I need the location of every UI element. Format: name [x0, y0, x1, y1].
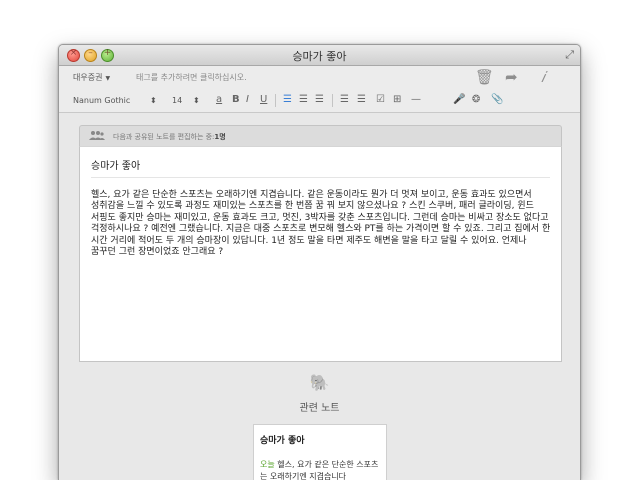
- trash-icon[interactable]: 🗑: [475, 68, 494, 86]
- window-title: 승마가 좋아: [292, 50, 347, 63]
- related-note-title: 승마가 좋아: [260, 436, 305, 446]
- note-body[interactable]: 헬스, 요가 같은 단순한 스포츠는 오래하기엔 지겹습니다. 같은 운동이라도…: [91, 190, 551, 258]
- format-bar: Nanum Gothic ⬍ 14 ⬍ a B I U ☰ ☰ ☰ ☰ ☰ ☑ …: [59, 90, 580, 113]
- align-right-button[interactable]: ☰: [315, 94, 324, 105]
- divider: [332, 94, 333, 107]
- text-color-button[interactable]: a: [216, 94, 222, 105]
- elephant-icon: 🐘: [309, 373, 330, 392]
- size-stepper-icon[interactable]: ⬍: [193, 96, 200, 105]
- note-window: × – + 승마가 좋아 ⤢ 대우증권 ▼ 태그를 추가하려면 클릭하십시오. 🗑…: [58, 44, 581, 480]
- chevron-down-icon: ▼: [105, 75, 111, 82]
- share-count: 1명: [214, 133, 226, 141]
- related-note-snippet: 오늘 헬스, 요가 같은 단순한 스포츠는 오래하기엔 지겹습니다: [260, 460, 379, 480]
- numbered-list-button[interactable]: ☰: [357, 94, 366, 105]
- related-note-card[interactable]: 승마가 좋아 오늘 헬스, 요가 같은 단순한 스포츠는 오래하기엔 지겹습니다: [253, 424, 387, 480]
- notebook-selector[interactable]: 대우증권 ▼: [73, 72, 110, 83]
- bullet-list-button[interactable]: ☰: [340, 94, 349, 105]
- font-family-select[interactable]: Nanum Gothic: [73, 96, 130, 105]
- share-arrow-icon[interactable]: ➦: [505, 68, 518, 86]
- horizontal-rule-button[interactable]: —: [411, 94, 421, 105]
- related-notes-title: 관련 노트: [299, 403, 340, 414]
- title-divider: [91, 177, 550, 178]
- align-center-button[interactable]: ☰: [299, 94, 308, 105]
- title-bar[interactable]: × – + 승마가 좋아 ⤢: [59, 45, 580, 66]
- attachment-icon[interactable]: 📎: [491, 94, 503, 105]
- tag-input[interactable]: 태그를 추가하려면 클릭하십시오.: [136, 72, 247, 83]
- bold-button[interactable]: B: [232, 94, 240, 105]
- note-toolbar: 대우증권 ▼ 태그를 추가하려면 클릭하십시오. 🗑 ➦ 𝑖: [59, 66, 580, 90]
- emoji-icon[interactable]: ❂: [472, 94, 480, 105]
- related-note-date: 오늘: [260, 460, 275, 469]
- divider: [275, 94, 276, 107]
- fullscreen-arrows-icon[interactable]: ⤢: [565, 48, 574, 62]
- align-left-button[interactable]: ☰: [283, 94, 292, 105]
- font-size-select[interactable]: 14: [172, 96, 182, 105]
- microphone-icon[interactable]: 🎤: [453, 94, 465, 105]
- underline-button[interactable]: U: [260, 94, 267, 105]
- info-icon[interactable]: 𝑖: [541, 68, 545, 86]
- people-icon: [89, 130, 105, 143]
- notebook-name: 대우증권: [73, 73, 103, 82]
- font-stepper-icon[interactable]: ⬍: [150, 96, 157, 105]
- checkbox-button[interactable]: ☑: [376, 94, 385, 105]
- italic-button[interactable]: I: [246, 94, 249, 105]
- note-title[interactable]: 승마가 좋아: [91, 157, 140, 172]
- table-button[interactable]: ⊞: [393, 94, 401, 105]
- note-editor[interactable]: 승마가 좋아 헬스, 요가 같은 단순한 스포츠는 오래하기엔 지겹습니다. 같…: [79, 146, 562, 362]
- share-status-bar: 다음과 공유된 노트를 편집하는 중:1명: [79, 125, 562, 147]
- share-status-text: 다음과 공유된 노트를 편집하는 중:1명: [113, 133, 226, 141]
